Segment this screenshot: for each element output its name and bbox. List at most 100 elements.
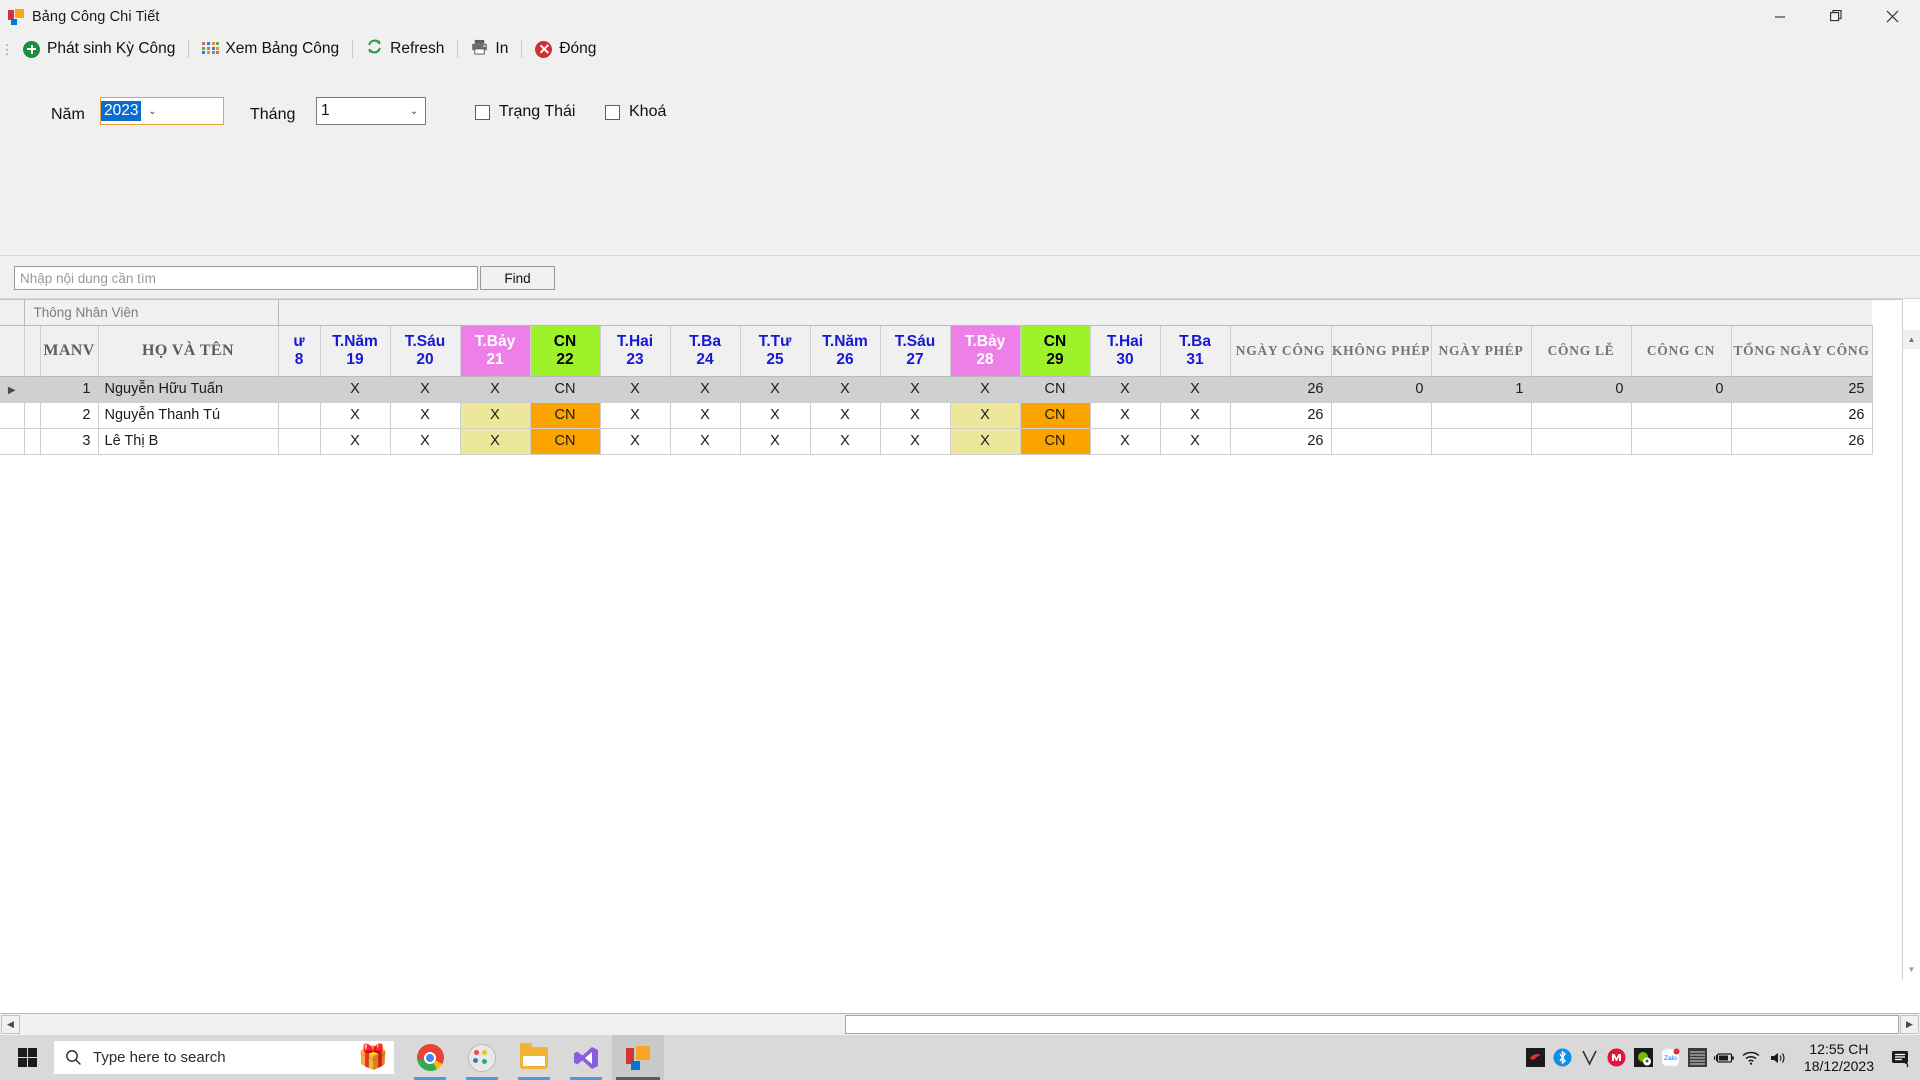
drag-grip-icon[interactable]: ⋮	[0, 33, 14, 65]
cell-khong-phep[interactable]	[1331, 402, 1432, 429]
header-cong-le[interactable]: CÔNG LỄ	[1531, 325, 1632, 377]
cell-manv[interactable]: 1	[40, 376, 99, 403]
header-day-19[interactable]: T.Năm 19	[320, 325, 391, 377]
phat-sinh-ky-cong-button[interactable]: Phát sinh Kỳ Công	[14, 35, 184, 63]
cell-ngay-cong[interactable]: 26	[1230, 402, 1332, 429]
header-day-21[interactable]: T.Bảy 21	[460, 325, 531, 377]
header-khong-phep[interactable]: KHÔNG PHÉP	[1331, 325, 1432, 377]
cell-day[interactable]: X	[320, 376, 391, 403]
vertical-scrollbar[interactable]: ▲ ▼	[1902, 299, 1920, 980]
row-selector[interactable]	[0, 428, 25, 455]
cell-day[interactable]: X	[880, 376, 951, 403]
cell-cong-le[interactable]	[1531, 428, 1632, 455]
cell-day[interactable]: X	[600, 428, 671, 455]
cell-manv[interactable]: 2	[40, 402, 99, 429]
cell-day[interactable]: X	[740, 402, 811, 429]
cell-day[interactable]: X	[670, 402, 741, 429]
cell-tong-ngay-cong[interactable]: 25	[1731, 376, 1873, 403]
cell-manv[interactable]: 3	[40, 428, 99, 455]
refresh-button[interactable]: Refresh	[357, 35, 453, 63]
header-day-22[interactable]: CN 22	[530, 325, 601, 377]
header-day-25[interactable]: T.Tư 25	[740, 325, 811, 377]
cell-cong-cn[interactable]: 0	[1631, 376, 1732, 403]
find-button[interactable]: Find	[480, 266, 555, 290]
header-manv[interactable]: MANV	[40, 325, 99, 377]
scrollbar-thumb[interactable]	[845, 1015, 1899, 1034]
cell-day[interactable]: X	[600, 376, 671, 403]
bang-cong-taskbar-icon[interactable]	[612, 1035, 664, 1080]
cell-day-sat[interactable]: X	[460, 376, 531, 403]
cell-day[interactable]: X	[810, 402, 881, 429]
cell-cong-cn[interactable]	[1631, 402, 1732, 429]
cell-tong-ngay-cong[interactable]: 26	[1731, 402, 1873, 429]
print-button[interactable]: In	[462, 35, 517, 63]
cell-day[interactable]: X	[320, 428, 391, 455]
search-input[interactable]	[14, 266, 478, 290]
cell-cong-cn[interactable]	[1631, 428, 1732, 455]
header-day-28[interactable]: T.Bảy 28	[950, 325, 1021, 377]
visual-studio-taskbar-icon[interactable]	[560, 1035, 612, 1080]
taskbar-clock[interactable]: 12:55 CH 18/12/2023	[1804, 1041, 1874, 1073]
header-day-24[interactable]: T.Ba 24	[670, 325, 741, 377]
teamviewer-tray-icon[interactable]	[1684, 1035, 1711, 1080]
cell-day[interactable]: X	[600, 402, 671, 429]
scroll-right-icon[interactable]: ▶	[1900, 1015, 1919, 1034]
cell-ngay-phep[interactable]	[1431, 402, 1532, 429]
cell-cong-le[interactable]	[1531, 402, 1632, 429]
wifi-tray-icon[interactable]	[1738, 1035, 1765, 1080]
battery-tray-icon[interactable]	[1711, 1035, 1738, 1080]
header-day-20[interactable]: T.Sáu 20	[390, 325, 461, 377]
xem-bang-cong-button[interactable]: Xem Bảng Công	[193, 35, 348, 63]
mcafee-tray-icon[interactable]	[1603, 1035, 1630, 1080]
cell-day[interactable]: X	[1160, 428, 1231, 455]
cell-day[interactable]: X	[670, 428, 741, 455]
month-combobox[interactable]: 1 ⌄	[316, 97, 426, 125]
cell-ngay-cong[interactable]: 26	[1230, 428, 1332, 455]
cell-day-sun[interactable]: CN	[1020, 402, 1091, 429]
header-day-29[interactable]: CN 29	[1020, 325, 1091, 377]
cell-day-clipped[interactable]	[278, 428, 321, 455]
cell-day-sun[interactable]: CN	[530, 376, 601, 403]
table-row[interactable]: ▶ 1 Nguyễn Hữu Tuấn X X X CN X X X X X X…	[0, 376, 1873, 403]
dong-close-button[interactable]: Đóng	[526, 35, 605, 63]
minimize-button[interactable]	[1752, 0, 1808, 33]
table-row[interactable]: 3 Lê Thị B X X X CN X X X X X X CN X X 2…	[0, 428, 1873, 455]
cell-ngay-phep[interactable]: 1	[1431, 376, 1532, 403]
gift-icon[interactable]: 🎁	[358, 1044, 388, 1071]
cell-name[interactable]: Nguyễn Thanh Tú	[98, 402, 279, 429]
cell-day[interactable]: X	[1090, 376, 1161, 403]
header-day-27[interactable]: T.Sáu 27	[880, 325, 951, 377]
cell-day[interactable]: X	[390, 428, 461, 455]
cell-day[interactable]: X	[880, 402, 951, 429]
nvidia-tray-icon[interactable]	[1630, 1035, 1657, 1080]
cell-name[interactable]: Nguyễn Hữu Tuấn	[98, 376, 279, 403]
cell-day[interactable]: X	[1090, 428, 1161, 455]
header-day-30[interactable]: T.Hai 30	[1090, 325, 1161, 377]
khoa-checkbox[interactable]: Khoá	[605, 103, 666, 121]
volume-tray-icon[interactable]	[1765, 1035, 1792, 1080]
paint-taskbar-icon[interactable]	[456, 1035, 508, 1080]
year-combobox[interactable]: 2023 ⌄	[100, 97, 224, 125]
cell-day[interactable]: X	[810, 376, 881, 403]
maximize-button[interactable]	[1808, 0, 1864, 33]
garena-tray-icon[interactable]	[1522, 1035, 1549, 1080]
header-ngay-cong[interactable]: NGÀY CÔNG	[1230, 325, 1332, 377]
cell-day[interactable]: X	[1160, 402, 1231, 429]
cell-day[interactable]: X	[1160, 376, 1231, 403]
scroll-up-icon[interactable]: ▲	[1903, 330, 1920, 349]
cell-day[interactable]: X	[740, 376, 811, 403]
cell-day[interactable]: X	[1090, 402, 1161, 429]
cell-day[interactable]: X	[810, 428, 881, 455]
row-selector[interactable]	[0, 402, 25, 429]
cell-ngay-cong[interactable]: 26	[1230, 376, 1332, 403]
table-row[interactable]: 2 Nguyễn Thanh Tú X X X CN X X X X X X C…	[0, 402, 1873, 429]
search-input[interactable]: Type here to search 🎁	[54, 1041, 394, 1074]
cell-day-sun[interactable]: CN	[1020, 376, 1091, 403]
chrome-taskbar-icon[interactable]	[404, 1035, 456, 1080]
trang-thai-checkbox[interactable]: Trạng Thái	[475, 103, 575, 121]
cell-day-sat[interactable]: X	[950, 376, 1021, 403]
header-ngay-phep[interactable]: NGÀY PHÉP	[1431, 325, 1532, 377]
unikey-tray-icon[interactable]	[1576, 1035, 1603, 1080]
cell-ngay-phep[interactable]	[1431, 428, 1532, 455]
cell-day-sat[interactable]: X	[950, 402, 1021, 429]
